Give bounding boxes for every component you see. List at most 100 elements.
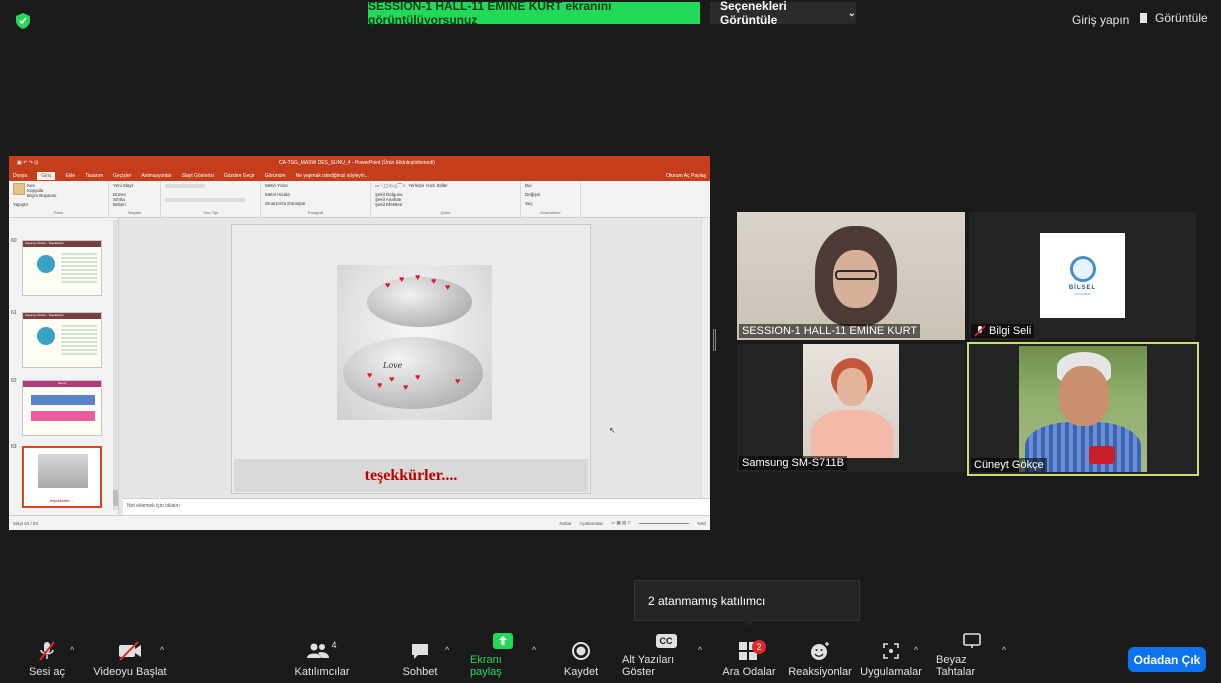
slide-thumbnail: Kapanış Sözleri - Teşekkürler (22, 312, 102, 368)
ppt-tab: Geçişler (112, 172, 132, 179)
slide-editor: ♥ ♥ ♥ ♥ ♥ ♥ ♥ ♥ ♥ ♥ ♥ Love teşekkürler..… (123, 218, 710, 498)
signin-link[interactable]: Giriş yapın (1072, 13, 1129, 27)
ppt-titlebar: ▣ ↶ ↷ ⊡ CA-TSG_MASW DES_SUNU_4 - PowerPo… (9, 156, 710, 170)
ppt-statusbar: Slayt 63 / 63 Notlar Açıklamalar ▭ ▦ ▤ ▽… (9, 515, 710, 530)
ppt-group-name: Çizim (440, 210, 451, 215)
participant-tile-active-speaker[interactable]: Cüneyt Gökçe (967, 342, 1199, 476)
ppt-tab: Tasarım (85, 172, 103, 179)
meeting-toolbar: Sesi aç ^ Videoyu Başlat ^ 4 Katılımcıla… (0, 632, 1221, 683)
shapes-icon: ▭＼▢○▷△⌒☆ (375, 183, 407, 188)
caret-up-icon[interactable]: ^ (532, 645, 536, 655)
participant-name: Cüneyt Gökçe (971, 458, 1047, 472)
participant-video (1019, 346, 1147, 472)
ppt-group-name: Düzenleme (540, 210, 561, 215)
ppt-tab: Görünüm (264, 172, 286, 179)
caret-up-icon[interactable]: ^ (698, 645, 702, 655)
unmute-label: Sesi aç (28, 666, 66, 678)
ppt-select: Seç (525, 201, 533, 206)
muted-mic-icon (39, 641, 55, 661)
ppt-comments-toggle: Açıklamalar (579, 520, 604, 526)
slide-caption-band: teşekkürler.... (234, 459, 588, 492)
caret-up-icon[interactable]: ^ (160, 645, 164, 655)
ppt-tell-me: Ne yapmak istediğinizi söyleyin... (295, 172, 369, 179)
apps-label: Uygulamalar (860, 666, 922, 678)
bilsel-logo-sub: KONGRESİ (1074, 291, 1091, 296)
thumb-header: Kapanış Sözleri - Teşekkürler (23, 313, 101, 319)
start-video-label: Videoyu Başlat (93, 666, 167, 678)
chevron-down-icon: ⌄ (847, 7, 856, 19)
ppt-text-direction: Metin Yönü (265, 183, 288, 188)
ppt-tab: Slayt Gösterisi (181, 172, 214, 179)
bilsel-logo-icon (1069, 255, 1096, 282)
chat-label: Sohbet (402, 666, 438, 678)
resize-handle[interactable] (713, 329, 716, 351)
ppt-group-paragraph: Metin Yönü Metni Hizala SmartArt'a Dönüş… (261, 181, 371, 217)
share-screen-button[interactable]: Ekranı paylaş (470, 632, 536, 683)
caret-up-icon[interactable]: ^ (1002, 645, 1006, 655)
slide-number: 62 (11, 378, 17, 384)
ppt-group-editing: Bul Değiştir Seç Düzenleme (521, 181, 581, 217)
view-button[interactable]: Görüntüle (1140, 11, 1208, 25)
caret-up-icon[interactable]: ^ (445, 645, 449, 655)
start-video-button[interactable]: Videoyu Başlat (92, 632, 168, 683)
ppt-replace: Değiştir (525, 192, 541, 197)
ppt-signin-share: Oturum Aç Paylaş (665, 172, 706, 179)
whiteboards-label: Beyaz Tahtalar (936, 654, 976, 678)
ppt-ribbon-tabs: Dosya Giriş Ekle Tasarım Geçişler Animas… (9, 170, 710, 181)
chat-icon (412, 644, 428, 659)
participant-video (803, 344, 899, 458)
view-grid-icon (1140, 13, 1150, 23)
screen-share-banner: SESSION-1 HALL-11 EMİNE KURT ekranını gö… (368, 0, 700, 27)
ppt-group-clipboard: Kes Kopyala Biçim Boyacısı Yapıştır Pano (9, 181, 109, 217)
shield-icon[interactable] (16, 13, 30, 29)
whiteboards-button[interactable]: Beyaz Tahtalar (936, 632, 1008, 683)
slide-thumbnail: Sonuç (22, 380, 102, 436)
slide-thumbnail: Kapanış Sözleri - Teşekkürler (22, 240, 102, 296)
ppt-section: Bölüm (113, 201, 126, 207)
reactions-button[interactable]: Reaksiyonlar (788, 632, 852, 683)
participant-name: SESSION-1 HALL-11 EMİNE KURT (739, 324, 921, 338)
whiteboard-icon (963, 633, 981, 648)
show-captions-button[interactable]: CC Alt Yazıları Göster (622, 632, 710, 683)
breakout-rooms-button[interactable]: 2 Ara Odalar (720, 632, 778, 683)
apps-button[interactable]: Uygulamalar (860, 632, 922, 683)
ppt-tab: Animasyonlar (141, 172, 172, 179)
ppt-group-name: Slaytlar (127, 210, 142, 215)
notes-pane: Not eklemek için tıklatın (123, 498, 710, 515)
ppt-workspace: 60 Kapanış Sözleri - Teşekkürler 61 Kapa… (9, 218, 710, 515)
reactions-icon (811, 642, 829, 660)
leave-room-button[interactable]: Odadan Çık (1128, 647, 1206, 672)
ppt-tab: Ekle (65, 172, 76, 179)
participants-icon (307, 643, 330, 658)
thumb-caption: teşekkürler.... (50, 498, 74, 503)
apps-icon (883, 643, 899, 659)
view-options-dropdown[interactable]: Seçenekleri Görüntüle ⌄ (710, 0, 856, 27)
ppt-shape-effects: Şekil Efektleri (375, 202, 403, 207)
ppt-group-name: Pano (53, 210, 64, 215)
participant-tile[interactable]: BİLSEL KONGRESİ Bilgi Seli (969, 212, 1196, 340)
video-off-icon (119, 641, 141, 661)
ppt-new-slide: Yeni Slayt (113, 183, 133, 188)
record-label: Kaydet (563, 666, 599, 678)
participant-video (737, 212, 965, 340)
participants-button[interactable]: 4 Katılımcılar (290, 632, 354, 683)
unmute-button[interactable]: Sesi aç (26, 632, 68, 683)
ppt-zoom-level: %60 (696, 520, 706, 526)
record-button[interactable]: Kaydet (560, 632, 602, 683)
participant-tile[interactable]: Samsung SM-S711B (737, 344, 965, 472)
ppt-quick-styles: Hızlı Stiller (426, 183, 448, 188)
breakout-badge: 2 (752, 640, 766, 654)
caret-up-icon[interactable]: ^ (914, 645, 918, 655)
record-icon (572, 642, 590, 660)
ppt-find: Bul (525, 183, 532, 188)
slide-thumbnail-selected: teşekkürler.... (22, 446, 102, 508)
chat-button[interactable]: Sohbet (398, 632, 442, 683)
participant-tile[interactable]: SESSION-1 HALL-11 EMİNE KURT (737, 212, 965, 340)
current-slide: ♥ ♥ ♥ ♥ ♥ ♥ ♥ ♥ ♥ ♥ ♥ Love teşekkürler..… (231, 224, 591, 494)
participant-count: 4 (331, 640, 337, 650)
unassigned-participants-tooltip: 2 atanmamış katılımcı (634, 580, 860, 626)
caret-up-icon[interactable]: ^ (70, 645, 74, 655)
slide-caption-text: teşekkürler.... (364, 466, 458, 484)
ppt-notes-toggle: Notlar (559, 520, 572, 526)
ppt-zoom-slider (638, 522, 689, 524)
